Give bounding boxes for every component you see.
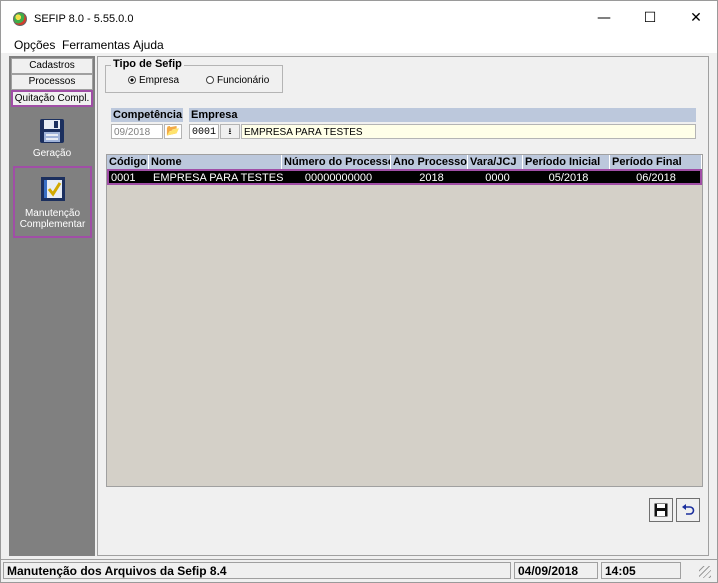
tab-cadastros[interactable]: Cadastros [11, 58, 93, 74]
empresa-name-field: EMPRESA PARA TESTES [241, 124, 696, 139]
manutencao-complementar-button[interactable]: Manutenção Complementar [13, 166, 92, 238]
cell-numero-processo: 00000000000 [304, 172, 373, 184]
undo-icon [682, 504, 695, 515]
menu-ferramentas[interactable]: Ferramentas [62, 38, 130, 52]
col-vara-jcj[interactable]: Vara/JCJ [468, 155, 523, 169]
notebook-check-icon [40, 177, 65, 201]
radio-empresa-label: Empresa [139, 75, 180, 86]
radio-funcionario[interactable]: Funcionário [206, 75, 269, 86]
menu-bar: Opções Ferramentas Ajuda [1, 35, 717, 53]
cell-codigo: 0001 [111, 172, 136, 184]
menu-ajuda[interactable]: Ajuda [133, 38, 164, 52]
radio-unselected-icon [206, 76, 214, 84]
close-button[interactable]: ✕ [673, 3, 717, 33]
competencia-field[interactable]: 09/2018 [111, 124, 163, 139]
processos-grid[interactable]: Código Nome Número do Processo Ano Proce… [106, 154, 703, 487]
cell-nome: EMPRESA PARA TESTES [153, 172, 284, 184]
open-folder-icon[interactable]: 📂 [164, 124, 182, 139]
save-icon [654, 503, 668, 517]
col-periodo-inicial[interactable]: Período Inicial [523, 155, 610, 169]
title-bar[interactable]: SEFIP 8.0 - 5.55.0.0 — ☐ ✕ [1, 1, 717, 35]
cell-ano-processo: 2018 [419, 172, 444, 184]
manutencao-label-line1: Manutenção [24, 208, 81, 219]
left-navigation: Cadastros Processos Quitação Compl. Gera… [9, 56, 95, 556]
radio-selected-icon [128, 76, 136, 84]
floppy-disk-icon [40, 119, 64, 143]
tipo-sefip-group: Tipo de Sefip Empresa Funcionário [105, 58, 283, 93]
save-button[interactable] [649, 498, 673, 522]
tab-processos[interactable]: Processos [11, 74, 93, 90]
minimize-button[interactable]: — [581, 3, 627, 33]
undo-button[interactable] [676, 498, 700, 522]
menu-opcoes[interactable]: Opções [14, 38, 55, 52]
window-title: SEFIP 8.0 - 5.55.0.0 [34, 13, 134, 25]
cell-vara-jcj: 0000 [485, 172, 510, 184]
tipo-sefip-label: Tipo de Sefip [111, 58, 184, 70]
sefip-app-icon [13, 12, 27, 26]
table-row[interactable]: 0001 EMPRESA PARA TESTES 00000000000 201… [107, 169, 702, 185]
cell-periodo-final: 06/2018 [636, 172, 676, 184]
status-date: 04/09/2018 [514, 562, 598, 579]
status-message: Manutenção dos Arquivos da Sefip 8.4 [3, 562, 511, 579]
competencia-header: Competência [111, 108, 183, 122]
geracao-label: Geração [32, 148, 72, 159]
empresa-code-field[interactable]: 0001 [189, 124, 219, 139]
radio-empresa[interactable]: Empresa [128, 75, 179, 86]
empresa-header: Empresa [189, 108, 696, 122]
tab-quitacao-compl[interactable]: Quitação Compl. [11, 90, 93, 107]
cell-periodo-inicial: 05/2018 [548, 172, 589, 184]
dropdown-arrow-icon[interactable]: ⭳ [220, 124, 240, 139]
col-nome[interactable]: Nome [149, 155, 282, 169]
radio-funcionario-label: Funcionário [217, 75, 270, 86]
manutencao-label-line2: Complementar [19, 219, 86, 230]
maximize-button[interactable]: ☐ [627, 3, 673, 33]
app-window: SEFIP 8.0 - 5.55.0.0 — ☐ ✕ Opções Ferram… [0, 0, 718, 583]
col-ano-processo[interactable]: Ano Processo [391, 155, 468, 169]
col-codigo[interactable]: Código [107, 155, 149, 169]
status-bar: Manutenção dos Arquivos da Sefip 8.4 04/… [1, 559, 717, 582]
resize-grip[interactable] [699, 566, 711, 578]
main-panel: Tipo de Sefip Empresa Funcionário Compet… [97, 56, 709, 556]
col-numero-processo[interactable]: Número do Processo [282, 155, 391, 169]
geracao-button[interactable]: Geração [13, 118, 91, 168]
col-periodo-final[interactable]: Período Final [610, 155, 702, 169]
status-time: 14:05 [601, 562, 681, 579]
